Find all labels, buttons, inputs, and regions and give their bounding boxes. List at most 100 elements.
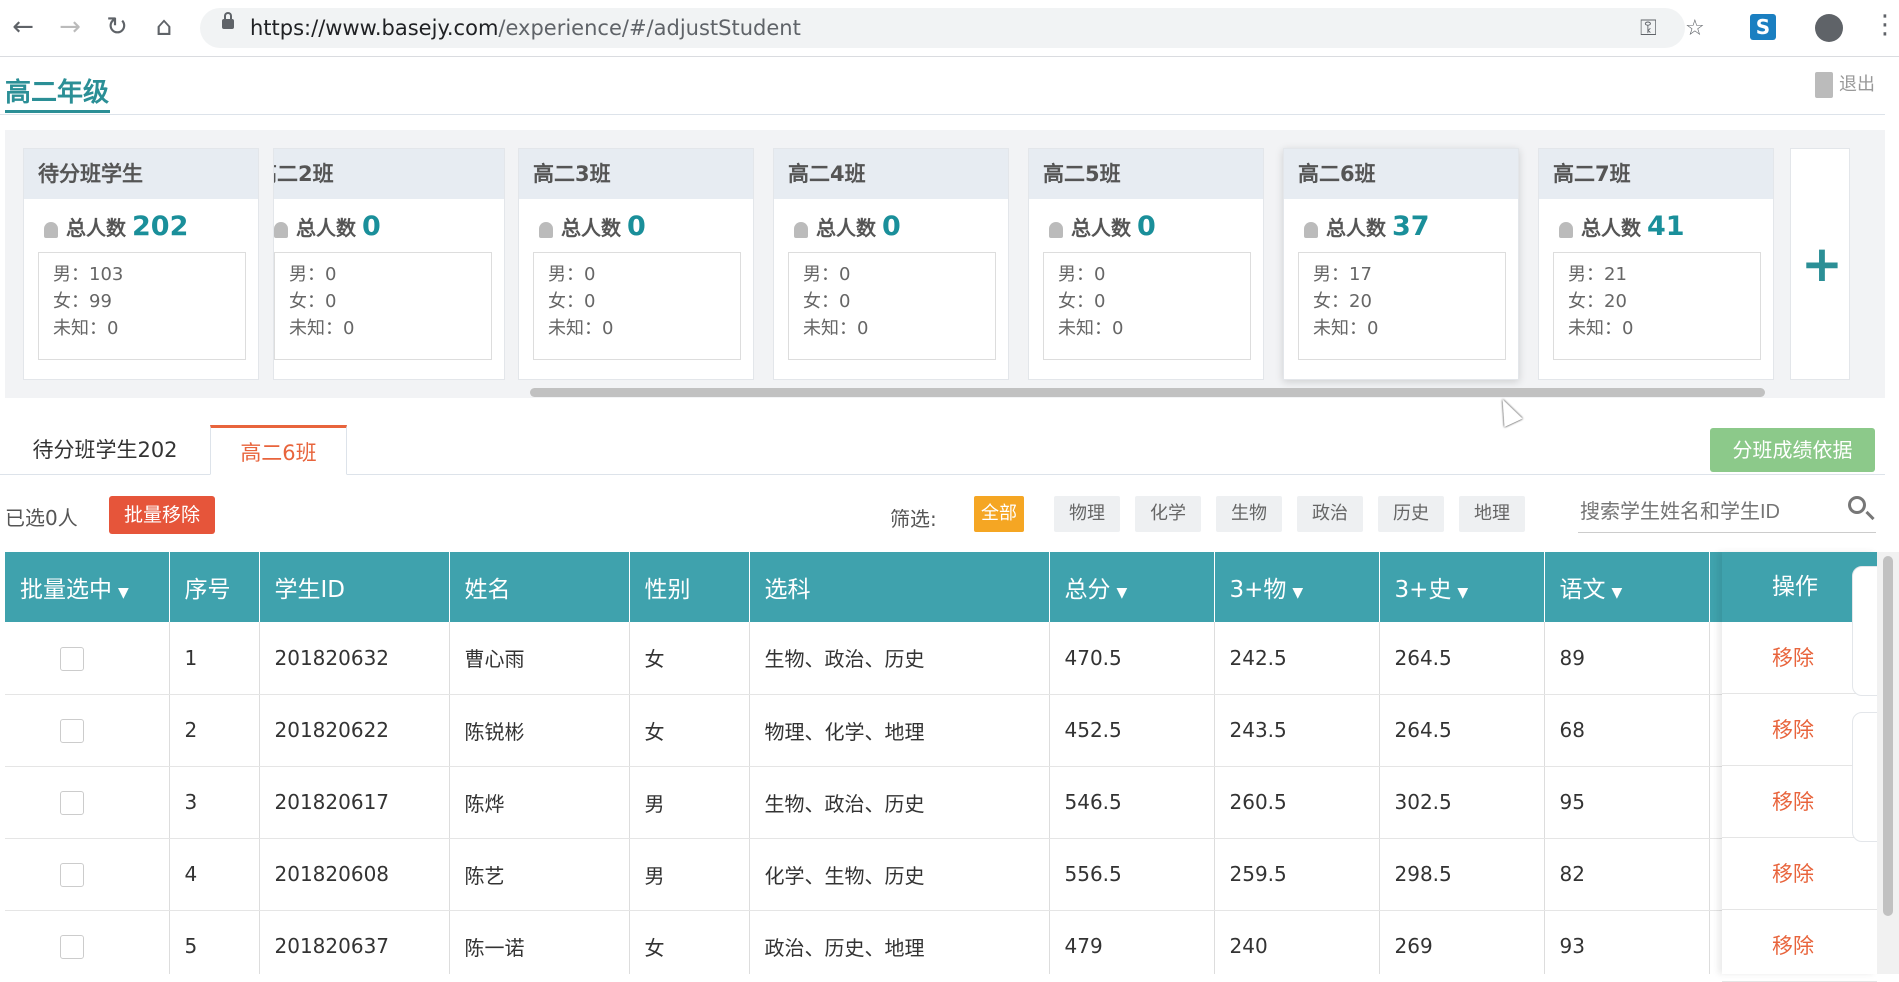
cell-3-hist: 302.5: [1379, 766, 1545, 839]
horizontal-scrollbar[interactable]: [530, 388, 1765, 397]
search-box: [1578, 492, 1876, 533]
row-checkbox[interactable]: [60, 718, 84, 743]
card-total: 总人数 37: [1304, 211, 1518, 242]
url-text: https://www.basejy.com/experience/#/adju…: [250, 16, 801, 40]
tab-class-6[interactable]: 高二6班: [210, 425, 347, 475]
row-checkbox[interactable]: [60, 862, 84, 887]
cell-3-phys: 242.5: [1214, 622, 1380, 695]
card-title: 高二2班: [274, 149, 504, 199]
plus-icon: +: [1801, 235, 1843, 293]
scrollbar-thumb[interactable]: [1883, 556, 1893, 916]
remove-link[interactable]: 移除: [1722, 910, 1877, 982]
cell-gender: 女: [629, 694, 750, 767]
table-row: 4 201820608 陈艺 男 化学、生物、历史 556.5 259.5 29…: [5, 838, 1830, 911]
logout-icon: [1815, 72, 1833, 98]
cell-chinese: 89: [1544, 622, 1710, 695]
search-input[interactable]: [1578, 496, 1832, 528]
forward-arrow-icon[interactable]: →: [55, 12, 85, 42]
cell-total: 546.5: [1049, 766, 1215, 839]
card-title: 高二5班: [1029, 149, 1263, 199]
cell-student-id: 201820632: [259, 622, 450, 695]
col-batch-select[interactable]: 批量选中 ▼: [5, 552, 170, 622]
card-stats: 男：0 女：0 未知：0: [1043, 252, 1251, 360]
menu-dots-icon[interactable]: ⋮: [1872, 10, 1898, 40]
filter-all[interactable]: 全部: [974, 496, 1024, 532]
cell-no: 2: [169, 694, 260, 767]
card-total: 总人数 0: [794, 211, 1008, 242]
row-checkbox[interactable]: [60, 934, 84, 959]
row-checkbox[interactable]: [60, 646, 84, 671]
person-icon: [1049, 221, 1063, 238]
cell-name: 陈烨: [449, 766, 630, 839]
cell-subjects: 生物、政治、历史: [749, 766, 1050, 839]
cell-3-phys: 260.5: [1214, 766, 1380, 839]
vertical-scrollbar[interactable]: [1877, 552, 1899, 974]
cell-3-phys: 240: [1214, 910, 1380, 974]
class-card[interactable]: 高二2班 总人数0 男：0女：0未知：0: [273, 148, 505, 380]
header-divider: [0, 114, 1885, 115]
col-3-hist[interactable]: 3+史 ▼: [1379, 552, 1545, 622]
back-arrow-icon[interactable]: ←: [8, 12, 38, 42]
add-class-button[interactable]: +: [1790, 148, 1850, 380]
filter-politics[interactable]: 政治: [1297, 496, 1363, 532]
class-card[interactable]: 高二6班 总人数 37 男：17 女：20 未知：0: [1283, 148, 1519, 380]
extension-icon[interactable]: S: [1750, 14, 1776, 40]
card-total: 总人数 0: [274, 211, 504, 242]
page-title: 高二年级: [5, 78, 110, 108]
cell-name: 曹心雨: [449, 622, 630, 695]
filter-chemistry[interactable]: 化学: [1135, 496, 1201, 532]
filter-geography[interactable]: 地理: [1459, 496, 1525, 532]
cell-subjects: 物理、化学、地理: [749, 694, 1050, 767]
cell-student-id: 201820622: [259, 694, 450, 767]
class-card[interactable]: 高二7班 总人数 41 男：21 女：20 未知：0: [1538, 148, 1774, 380]
class-card[interactable]: 高二5班 总人数 0 男：0 女：0 未知：0: [1028, 148, 1264, 380]
lock-icon: [222, 12, 234, 29]
cell-3-hist: 298.5: [1379, 838, 1545, 911]
reload-icon[interactable]: ↻: [102, 12, 132, 42]
col-3-phys[interactable]: 3+物 ▼: [1214, 552, 1380, 622]
key-icon[interactable]: ⚿: [1640, 16, 1657, 41]
logout-button[interactable]: 退出: [1815, 70, 1875, 98]
mouse-cursor-icon: [1493, 394, 1523, 428]
class-card[interactable]: 待分班学生 总人数 202 男：103 女：99 未知：0: [23, 148, 259, 380]
cell-total: 556.5: [1049, 838, 1215, 911]
cell-gender: 男: [629, 766, 750, 839]
caret-down-icon: ▼: [118, 585, 129, 601]
star-icon[interactable]: ☆: [1685, 16, 1705, 41]
table-row: 1 201820632 曹心雨 女 生物、政治、历史 470.5 242.5 2…: [5, 622, 1830, 695]
person-icon: [794, 221, 808, 238]
cell-gender: 女: [629, 910, 750, 974]
col-chinese[interactable]: 语文 ▼: [1544, 552, 1710, 622]
cell-subjects: 生物、政治、历史: [749, 622, 1050, 695]
card-title: 高二6班: [1284, 149, 1518, 199]
remove-link[interactable]: 移除: [1722, 838, 1877, 910]
filter-biology[interactable]: 生物: [1216, 496, 1282, 532]
card-stats: 男：0 女：0 未知：0: [274, 252, 492, 360]
col-gender: 性别: [629, 552, 750, 622]
grouping-basis-button[interactable]: 分班成绩依据: [1710, 428, 1875, 472]
home-icon[interactable]: ⌂: [149, 12, 179, 42]
title-underline: [5, 110, 110, 113]
cell-3-hist: 264.5: [1379, 622, 1545, 695]
col-total[interactable]: 总分 ▼: [1049, 552, 1215, 622]
col-name: 姓名: [449, 552, 630, 622]
search-icon[interactable]: [1848, 496, 1866, 514]
batch-remove-button[interactable]: 批量移除: [109, 496, 215, 534]
class-card[interactable]: 高二4班 总人数 0 男：0 女：0 未知：0: [773, 148, 1009, 380]
card-title: 高二3班: [519, 149, 753, 199]
card-total: 总人数 0: [539, 211, 753, 242]
filter-history[interactable]: 历史: [1378, 496, 1444, 532]
profile-avatar-icon[interactable]: [1815, 14, 1843, 42]
cell-student-id: 201820608: [259, 838, 450, 911]
table-row: 3 201820617 陈烨 男 生物、政治、历史 546.5 260.5 30…: [5, 766, 1830, 839]
sort-icon: ▼: [1611, 585, 1623, 601]
sort-icon: ▼: [1457, 585, 1469, 601]
cell-name: 陈一诺: [449, 910, 630, 974]
row-checkbox[interactable]: [60, 790, 84, 815]
filter-physics[interactable]: 物理: [1054, 496, 1120, 532]
class-cards-panel: 待分班学生 总人数202 男：103女：99未知：0 高二2班 总人数0 男：0…: [5, 130, 1885, 398]
address-bar[interactable]: https://www.basejy.com/experience/#/adju…: [200, 8, 1705, 48]
cell-3-hist: 264.5: [1379, 694, 1545, 767]
class-card[interactable]: 高二3班 总人数 0 男：0 女：0 未知：0: [518, 148, 754, 380]
tab-unassigned[interactable]: 待分班学生202: [5, 425, 205, 475]
